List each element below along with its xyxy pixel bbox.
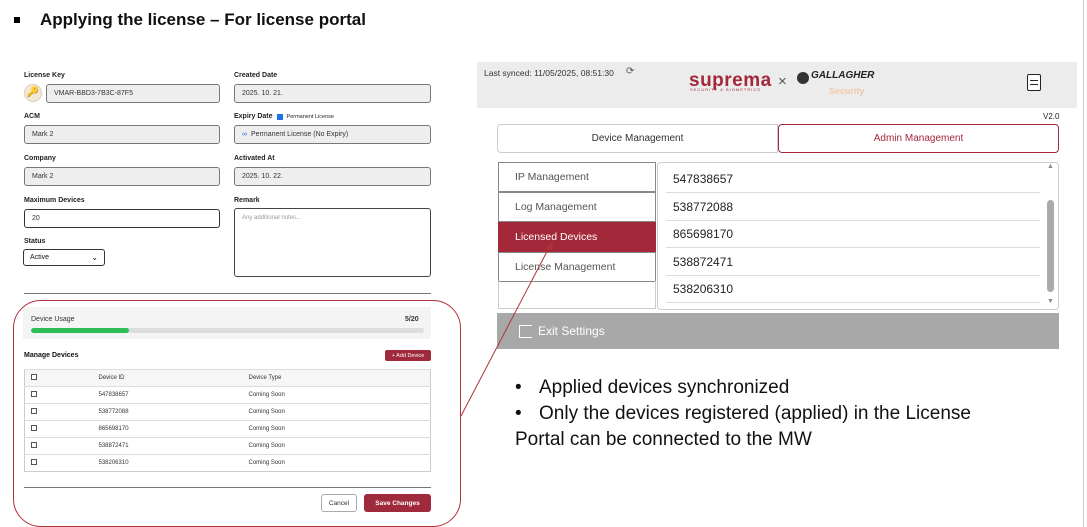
note-line-1: Applied devices synchronized <box>539 377 790 398</box>
note-item: • Applied devices synchronized <box>515 377 790 398</box>
note-line-2: Only the devices registered (applied) in… <box>515 403 971 450</box>
slide-edge <box>1083 0 1084 527</box>
arrowhead-icon <box>546 240 553 250</box>
note-item: • Only the devices registered (applied) i… <box>515 403 971 450</box>
notes: • Applied devices synchronized • Only the … <box>515 375 995 453</box>
